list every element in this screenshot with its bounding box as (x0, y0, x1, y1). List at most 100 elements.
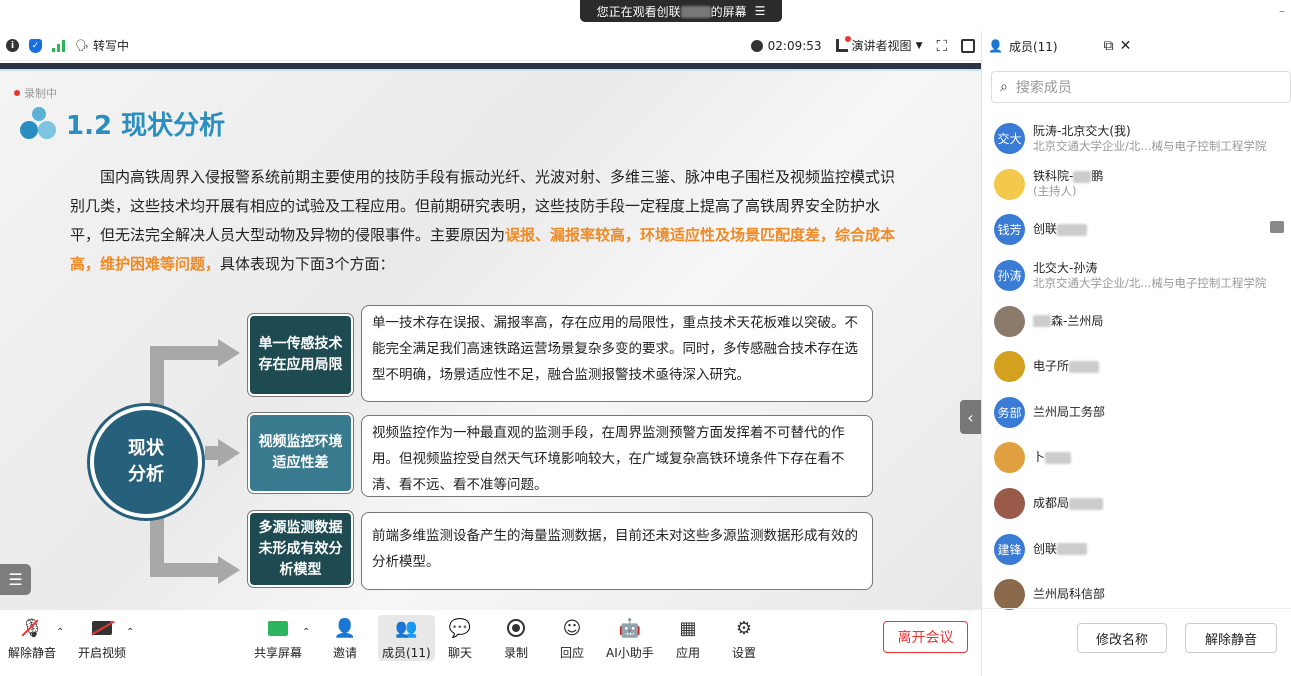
reply-label: 回应 (559, 646, 584, 660)
add-user-icon: 👤 (333, 617, 357, 639)
member-item[interactable]: 交大 阮涛-北京交大(我) 北京交通大学企业/北...械与电子控制工程学院 (982, 116, 1291, 162)
arrow-head-top (218, 339, 240, 367)
leave-label: 离开会议 (897, 630, 954, 646)
logo-icon (20, 106, 58, 141)
members-icon: 👥 (395, 617, 418, 639)
avatar (994, 168, 1025, 200)
timer-value: 02:09:53 (767, 38, 822, 53)
close-icon[interactable]: ✕ (1120, 38, 1132, 54)
record-dot-icon (14, 90, 20, 96)
meeting-window: 您正在观看创联 的屏幕 ☰ – i ✓ 🗣 转写中 02:09:53 演讲者视图 … (0, 0, 1291, 676)
collapse-panel-icon[interactable]: ‹ (960, 400, 981, 434)
settings-button[interactable]: ⚙ 设置 (731, 615, 757, 661)
slide-list-icon[interactable]: ☰ (0, 564, 31, 595)
chevron-up-icon[interactable]: ⌃ (56, 627, 64, 638)
member-item[interactable]: 铁科院- 鹏 (主持人) (982, 162, 1291, 208)
camera-off-icon (89, 615, 115, 641)
member-name: 卜 (1033, 450, 1072, 465)
ai-assistant-button[interactable]: 🤖 AI小助手 (606, 615, 654, 661)
start-video-button[interactable]: 开启视频 (78, 615, 126, 661)
members-panel: 👤 成员(11) ⧉ ✕ ⌕ 搜索成员 交大 阮涛-北京交大(我) 北京交通大学企… (981, 31, 1291, 676)
center-label-1: 现状 (128, 438, 164, 459)
avatar: 钱芳 (994, 214, 1025, 246)
reply-button[interactable]: ☺ 回应 (559, 615, 585, 661)
member-name: 北交大-孙涛 (1033, 260, 1098, 275)
clock-icon (750, 39, 763, 52)
unmute-all-button[interactable]: 解除静音 (1185, 623, 1277, 653)
member-search-input[interactable]: ⌕ 搜索成员 (991, 71, 1291, 103)
member-item[interactable]: 钱芳 创联 (982, 207, 1291, 253)
member-org: 北京交通大学企业/北...械与电子控制工程学院 (1033, 275, 1267, 290)
arrow-connector-bot-h (150, 563, 220, 577)
chat-icon: 💬 (448, 617, 472, 639)
member-item[interactable]: 卜 (982, 435, 1291, 481)
avatar (994, 351, 1025, 383)
bottom-control-bar: 🎙 解除静音 ⌃ 开启视频 ⌃ 共享屏幕 ⌃ 👤 邀请 👥 成员(11) 💬 聊… (0, 611, 981, 676)
row-desc-text: 视频监控作为一种最直观的监测手段，在周界监测预警方面发挥着不可替代的作用。但视频… (372, 425, 845, 493)
apps-icon: ▦ (679, 617, 697, 639)
chevron-up-icon[interactable]: ⌃ (302, 627, 310, 638)
screen-share-icon (1270, 221, 1284, 234)
row-desc-text: 前端多维监测设备产生的海量监测数据，目前还未对这些多源监测数据形成有效的分析模型… (372, 528, 858, 570)
record-button[interactable]: 录制 (503, 615, 529, 661)
recording-label: 录制中 (24, 87, 57, 100)
shield-icon[interactable]: ✓ (29, 38, 42, 53)
recording-indicator: 录制中 (14, 85, 57, 101)
meeting-timer: 02:09:53 (750, 38, 822, 53)
member-item[interactable]: 森-兰州局 (982, 298, 1291, 344)
rename-button[interactable]: 修改名称 (1077, 623, 1167, 653)
avatar: 交大 (994, 123, 1025, 155)
member-item[interactable]: 成都局 (982, 481, 1291, 527)
ai-assistant-icon: 🤖 (618, 617, 642, 639)
chevron-up-icon[interactable]: ⌃ (126, 627, 134, 638)
ai-assistant-label: AI小助手 (606, 646, 654, 660)
apps-button[interactable]: ▦ 应用 (675, 615, 701, 661)
invite-button[interactable]: 👤 邀请 (332, 615, 358, 661)
member-item[interactable]: 建锋 创联 (982, 526, 1291, 572)
chevron-down-icon: ▼ (915, 40, 923, 51)
avatar (994, 305, 1025, 337)
row-label-1: 单一传感技术存在应用局限 (250, 316, 351, 394)
paragraph-tail: 具体表现为下面3个方面： (220, 255, 395, 273)
slide-title: 1.2 现状分析 (20, 105, 225, 142)
member-item[interactable]: 电子所 (982, 344, 1291, 390)
minimize-icon[interactable]: – (1279, 4, 1285, 18)
row-desc-text: 单一技术存在误报、漏报率高，存在应用的局限性，重点技术天花板难以突破。不能完全满… (372, 315, 858, 383)
rename-label: 修改名称 (1095, 632, 1148, 648)
presenter-view-dropdown[interactable]: 演讲者视图 ▼ (835, 36, 923, 54)
share-banner[interactable]: 您正在观看创联 的屏幕 ☰ (580, 0, 782, 22)
avatar (994, 579, 1025, 611)
member-name: 创联 (1033, 222, 1088, 237)
unmute-button[interactable]: 🎙 解除静音 (8, 615, 56, 661)
search-placeholder: 搜索成员 (1015, 80, 1072, 96)
center-label-2: 分析 (128, 464, 164, 485)
row-label-text: 单一传感技术存在应用局限 (258, 336, 343, 373)
transcribe-label: 转写中 (92, 39, 129, 53)
leave-meeting-button[interactable]: 离开会议 (883, 621, 968, 653)
fullscreen-icon[interactable]: ⛶ (936, 37, 947, 55)
hamburger-icon[interactable]: ☰ (755, 4, 766, 18)
transcribe-status[interactable]: 🗣 转写中 (75, 37, 129, 54)
members-button[interactable]: 👥 成员(11) (378, 615, 435, 661)
members-footer: 修改名称 解除静音 (982, 608, 1291, 676)
layout-icon[interactable] (961, 38, 975, 53)
info-icon[interactable]: i (6, 39, 19, 52)
avatar: 务部 (994, 396, 1025, 428)
row-label-text: 多源监测数据未形成有效分析模型 (258, 519, 343, 578)
member-name: 成都局 (1033, 496, 1104, 511)
popout-icon[interactable]: ⧉ (1104, 38, 1114, 54)
member-item[interactable]: 务部 兰州局工务部 (982, 390, 1291, 436)
member-name: 兰州局工务部 (1033, 404, 1106, 419)
members-label: 成员(11) (382, 646, 431, 660)
member-name: 森-兰州局 (1033, 314, 1103, 329)
member-item[interactable]: 孙涛 北交大-孙涛 北京交通大学企业/北...械与电子控制工程学院 (982, 253, 1291, 299)
signal-icon[interactable] (52, 39, 65, 52)
row-label-3: 多源监测数据未形成有效分析模型 (250, 513, 351, 585)
chat-button[interactable]: 💬 聊天 (447, 615, 473, 661)
share-screen-button[interactable]: 共享屏幕 (254, 615, 302, 661)
arrow-head-bot (218, 556, 240, 584)
search-icon: ⌕ (1000, 79, 1008, 95)
member-name: 创联 (1033, 542, 1088, 557)
meeting-toolbar: i ✓ 🗣 转写中 02:09:53 演讲者视图 ▼ ⛶ (0, 31, 981, 61)
avatar (994, 442, 1025, 474)
